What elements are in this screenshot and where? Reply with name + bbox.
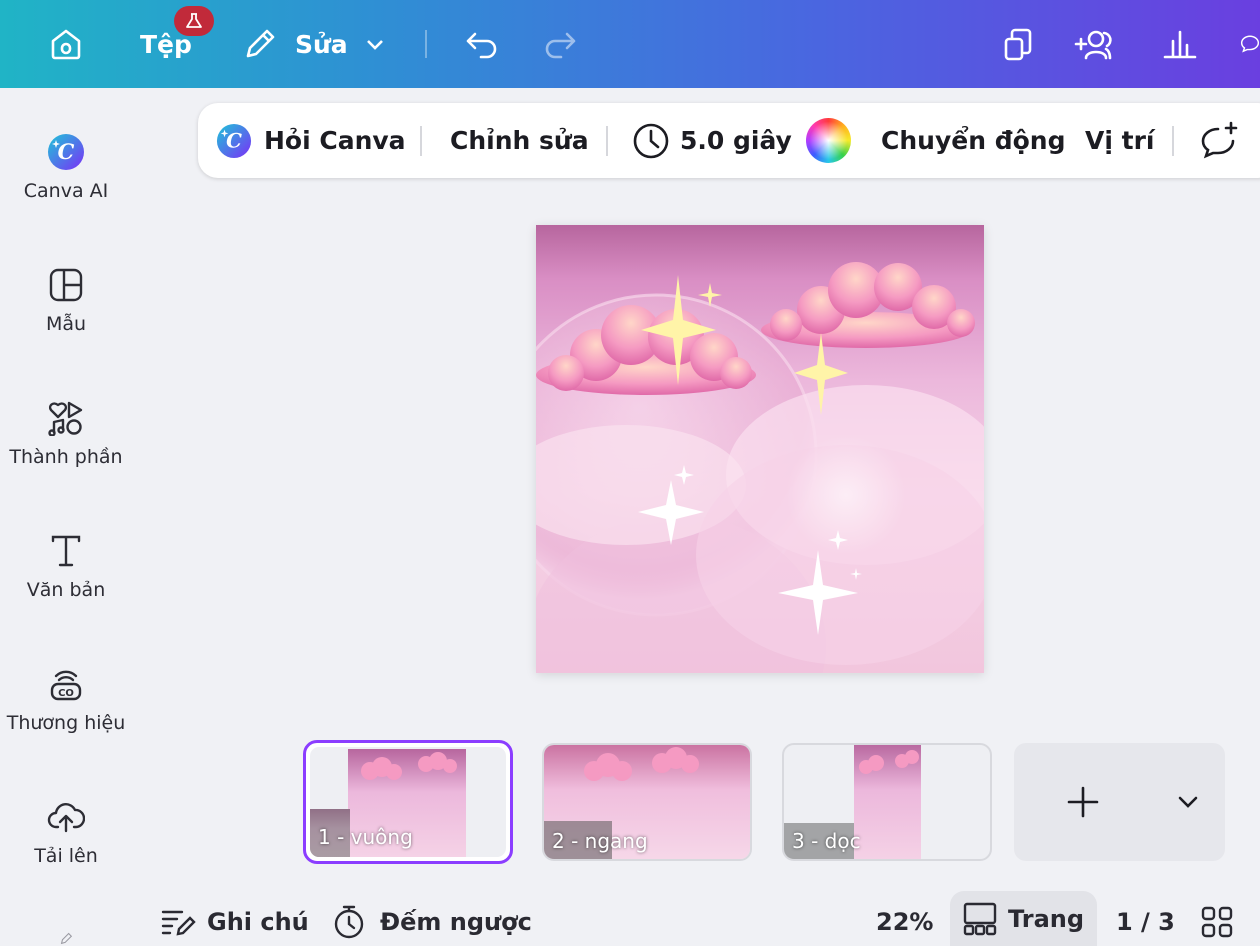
chevron-down-icon — [366, 40, 383, 50]
page-count-value: 1 / 3 — [1116, 908, 1175, 936]
home-button[interactable] — [44, 22, 88, 66]
color-wheel-icon — [806, 118, 851, 163]
upload-icon — [46, 797, 86, 837]
sidebar-item-text[interactable]: Văn bản — [0, 531, 132, 601]
add-comment-button[interactable] — [1199, 103, 1239, 178]
grid-icon — [1201, 906, 1233, 938]
design-artwork — [536, 262, 984, 673]
context-toolbar: C Hỏi Canva Chỉnh sửa 5.0 giây Chuyển độ… — [198, 103, 1260, 178]
design-canvas[interactable] — [536, 225, 984, 673]
sidebar-item-label: Văn bản — [26, 579, 106, 601]
edit-menu-label: Sửa — [295, 29, 348, 59]
edit-label: Chỉnh sửa — [450, 126, 589, 155]
canva-ai-icon: C — [46, 132, 86, 172]
sidebar-item-label: Canva AI — [23, 180, 109, 202]
topbar-divider — [425, 30, 427, 58]
notes-icon — [161, 910, 196, 936]
page-thumbnail-1[interactable]: 1 - vuông — [303, 740, 513, 864]
toolbar-divider — [1172, 126, 1174, 156]
resize-button[interactable] — [998, 24, 1038, 64]
toolbar-divider — [606, 126, 608, 156]
pages-view-label: Trang — [1008, 904, 1085, 933]
sidebar-item-label: Mẫu — [45, 313, 87, 335]
page-thumbnail-3[interactable]: 3 - dọc — [782, 743, 992, 861]
edit-menu-button[interactable]: Sửa — [242, 24, 387, 64]
sidebar-item-label: Tải lên — [34, 845, 98, 867]
timer-label: Đếm ngược — [380, 908, 532, 936]
undo-icon — [466, 32, 497, 59]
insights-button[interactable] — [1160, 24, 1200, 64]
timer-button[interactable]: Đếm ngược — [332, 902, 532, 942]
page-label: 3 - dọc — [792, 829, 861, 853]
edit-button[interactable]: Chỉnh sửa — [450, 103, 589, 178]
svg-text:C: C — [58, 139, 75, 164]
sidebar-item-label: Thương hiệu — [6, 712, 126, 734]
beta-lab-badge — [174, 6, 214, 36]
pencil-icon — [246, 29, 275, 58]
add-page-button[interactable] — [1014, 743, 1225, 861]
comments-button[interactable] — [1240, 24, 1260, 64]
chevron-down-icon — [1178, 796, 1198, 808]
page-count: 1 / 3 — [1116, 902, 1175, 942]
page-label: 1 - vuông — [318, 825, 413, 849]
animate-label: Chuyển động — [881, 126, 1066, 155]
page-layout-icon — [963, 902, 997, 935]
template-icon — [46, 265, 86, 305]
position-label: Vị trí — [1085, 126, 1155, 155]
text-icon — [46, 531, 86, 571]
notes-label: Ghi chú — [207, 908, 309, 936]
sidebar-item-draw[interactable] — [0, 926, 132, 946]
left-sidebar: C Canva AI Mẫu Thành phần Văn bản CO Thư… — [0, 88, 132, 946]
sidebar-item-uploads[interactable]: Tải lên — [0, 797, 132, 867]
add-people-icon — [1074, 30, 1112, 60]
elements-icon — [46, 398, 86, 438]
canva-ai-icon: C — [216, 123, 252, 158]
stopwatch-icon — [334, 905, 364, 939]
add-comment-icon — [1201, 121, 1238, 158]
page-thumbnail-frame: 1 - vuông — [310, 747, 506, 857]
pages-view-button[interactable]: Trang — [950, 891, 1097, 946]
zoom-level[interactable]: 22% — [876, 902, 933, 942]
comment-icon — [1240, 35, 1260, 53]
share-collaborators-button[interactable] — [1074, 24, 1122, 64]
duration-button[interactable]: 5.0 giây — [632, 103, 792, 178]
brand-icon: CO — [46, 664, 86, 704]
svg-text:CO: CO — [58, 688, 74, 699]
animate-button[interactable]: Chuyển động — [881, 103, 1065, 178]
top-bar: Tệp Sửa — [0, 0, 1260, 88]
sidebar-item-templates[interactable]: Mẫu — [0, 265, 132, 335]
page-thumbnail-2[interactable]: 2 - ngang — [542, 743, 752, 861]
clock-icon — [633, 123, 669, 158]
notes-button[interactable]: Ghi chú — [160, 902, 309, 942]
copy-pages-icon — [1004, 28, 1032, 61]
color-picker-button[interactable] — [806, 103, 851, 178]
draw-icon — [60, 932, 73, 945]
sidebar-item-canva-ai[interactable]: C Canva AI — [0, 132, 132, 202]
bar-chart-icon — [1163, 30, 1197, 59]
sidebar-item-brand[interactable]: CO Thương hiệu — [0, 664, 132, 734]
redo-button[interactable] — [540, 24, 580, 64]
home-icon — [51, 29, 81, 60]
grid-view-button[interactable] — [1200, 904, 1234, 940]
toolbar-divider — [420, 126, 422, 156]
svg-text:C: C — [226, 128, 242, 152]
flask-icon — [186, 13, 202, 28]
zoom-value: 22% — [876, 908, 934, 936]
page-label: 2 - ngang — [552, 829, 648, 853]
sidebar-item-elements[interactable]: Thành phần — [0, 398, 132, 468]
redo-icon — [545, 32, 576, 59]
ask-canva-button[interactable]: C Hỏi Canva — [216, 103, 406, 178]
sidebar-item-label: Thành phần — [9, 446, 123, 468]
duration-label: 5.0 giây — [680, 126, 792, 155]
position-button[interactable]: Vị trí — [1085, 103, 1154, 178]
plus-icon — [1067, 786, 1099, 818]
ask-canva-label: Hỏi Canva — [264, 126, 406, 155]
undo-button[interactable] — [462, 24, 502, 64]
